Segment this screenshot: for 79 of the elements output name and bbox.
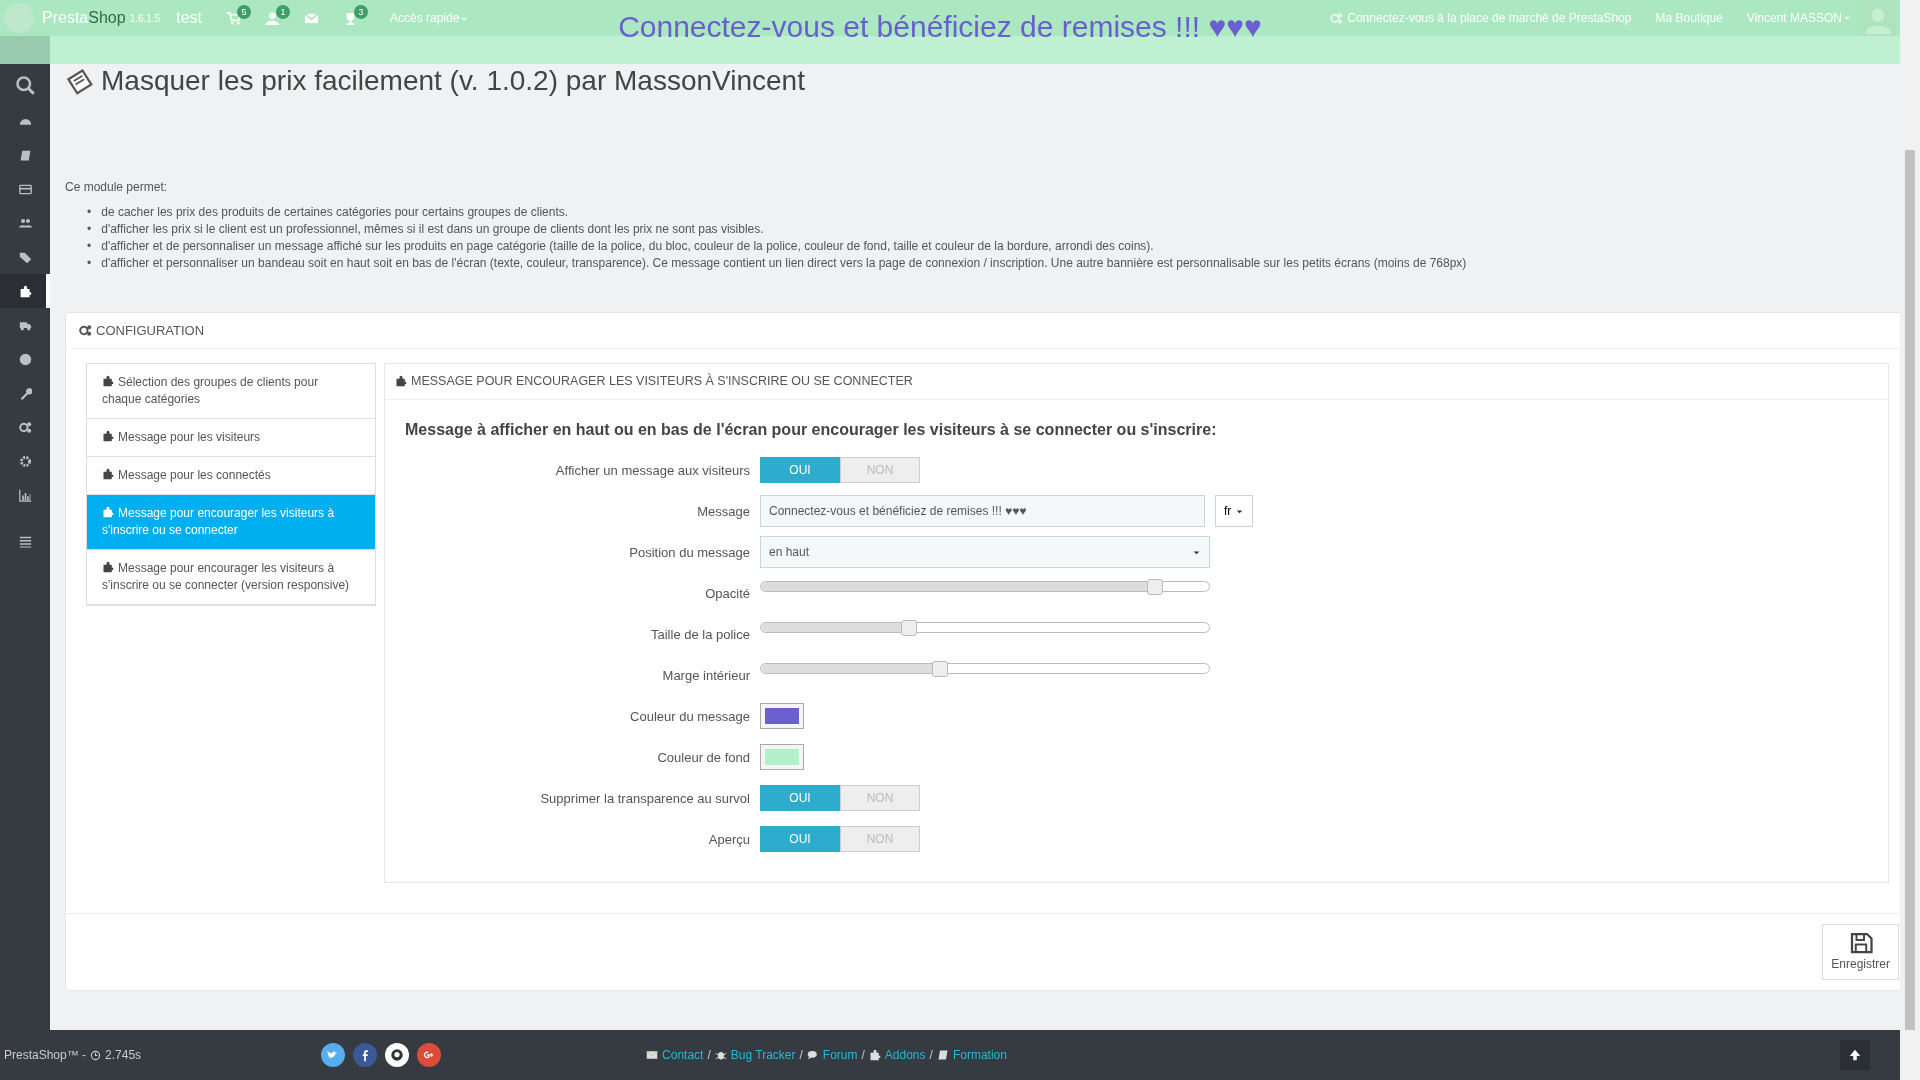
field-label: Message [697,503,750,519]
feature-item: d'afficher et de personnaliser un message affiché sur les produits en page catégorie (taille de la police, du bloc, couleur de la police, couleur de fond, taille et couleur de la bordure, arrondi des coins). [101,237,1154,255]
card-icon [18,182,32,196]
page-title: Masquer les prix facilement (v. 1.0.2) par MassonVincent [101,64,805,98]
user-icon[interactable] [265,10,280,26]
footer-link[interactable]: Formation [952,1046,1007,1064]
separator-text: / [707,1047,711,1064]
toggle-option[interactable]: OUI [760,826,840,853]
avatar-icon [1863,6,1893,36]
footer-link[interactable]: Forum [822,1046,858,1064]
bullet-marker: • [87,220,92,238]
separator-text: / [799,1047,803,1064]
separator-text: / [929,1047,933,1064]
footer-link[interactable]: Addons [884,1046,926,1064]
footer-brand: PrestaShop™ - [4,1047,87,1064]
list-icon [18,534,32,548]
save-button[interactable]: Enregistrer [1822,923,1899,980]
search-icon [15,75,35,95]
language-dropdown[interactable]: fr [1215,495,1254,528]
slider-thumb[interactable] [932,660,949,677]
bullet-marker: • [87,237,92,255]
field-label: Couleur de fond [657,749,750,765]
chat-icon [806,1049,819,1061]
version-text: 1.6.1.5 [129,11,161,26]
chart-icon [18,488,32,502]
users-icon [18,216,32,230]
feature-item: de cacher les prix des produits de certaines catégories pour certains groupes de clients. [101,203,569,221]
gears-icon [18,420,32,434]
field-label: Taille de la police [651,626,750,642]
scroll-top-button[interactable] [1840,1040,1870,1070]
feature-item: d'afficher les prix si le client est un professionnel, mêmes si il est dans un groupe de clients dont les prix ne sont pas visibles. [101,220,764,238]
tags-icon [18,250,32,264]
position-select[interactable]: en haut [760,536,1210,569]
bullet-marker: • [87,254,92,272]
toggle-option[interactable]: OUI [760,785,840,812]
facebook-icon[interactable] [353,1043,378,1067]
footer-link[interactable]: Contact [662,1046,704,1064]
slider-track[interactable] [760,662,1210,674]
slider-thumb[interactable] [900,619,917,636]
brand-text: Presta [42,8,89,28]
color-swatch[interactable] [760,703,804,730]
slider-thumb[interactable] [1147,578,1164,595]
tag-icon [65,66,93,95]
toggle-option[interactable]: OUI [760,457,840,484]
color-swatch[interactable] [760,744,804,771]
arrow-up-icon [1848,1048,1862,1062]
field-label: Position du message [629,544,750,560]
promo-banner-text: Connectez-vous et bénéficiez de remises !!! ♥♥♥ [618,10,1262,43]
field-label: Opacité [705,585,750,601]
google-icon[interactable] [417,1043,442,1067]
field-label: Aperçu [708,831,750,847]
twitter-icon[interactable] [321,1043,346,1067]
card-title: CONFIGURATION [96,321,205,340]
field-label: Supprimer la transparence au survol [540,790,750,806]
message-input[interactable]: Connectez-vous et bénéficiez de remises !!! ♥♥♥ [760,495,1205,528]
footer-link[interactable]: Bug Tracker [730,1046,796,1064]
gear-icon [18,454,32,468]
slider-track[interactable] [760,580,1210,592]
cart-icon[interactable] [226,10,241,26]
gears-icon [79,323,92,337]
panel-title: MESSAGE POUR ENCOURAGER LES VISITEURS À S'INSCRIRE OU SE CONNECTER [411,372,913,391]
separator-text: / [861,1047,865,1064]
feature-item: d'afficher et personnaliser un bandeau soit en haut soit en bas de l'écran (texte, couleur, transparence). Ce message contient un lien direct vers la page de connexion / inscription. Une autre bannière est personnalisable sur les petits écrans (moins de 768px) [101,254,1467,272]
field-label: Marge intérieur [662,667,750,683]
intro-text: Ce module permet: [65,178,169,196]
brand-text: Shop [88,8,126,28]
load-time: 2.745s [105,1047,142,1064]
menu-item[interactable]: Message pour encourager les visiteurs à s'inscrire ou se connecter [87,495,375,551]
save-icon [1848,930,1873,955]
mail-icon [646,1049,659,1061]
field-label: Couleur du message [630,708,750,724]
section-heading: Message à afficher en haut ou en bas de l'écran pour encourager les visiteurs à se connecter ou s'inscrire: [405,419,1218,440]
field-label: Afficher un message aux visiteurs [555,462,750,478]
slider-track[interactable] [760,621,1210,633]
sidebar-item[interactable] [0,274,50,308]
wrench-icon [18,386,32,400]
bug-icon [714,1049,727,1061]
clock-icon [90,1049,102,1061]
bullet-marker: • [87,203,92,221]
